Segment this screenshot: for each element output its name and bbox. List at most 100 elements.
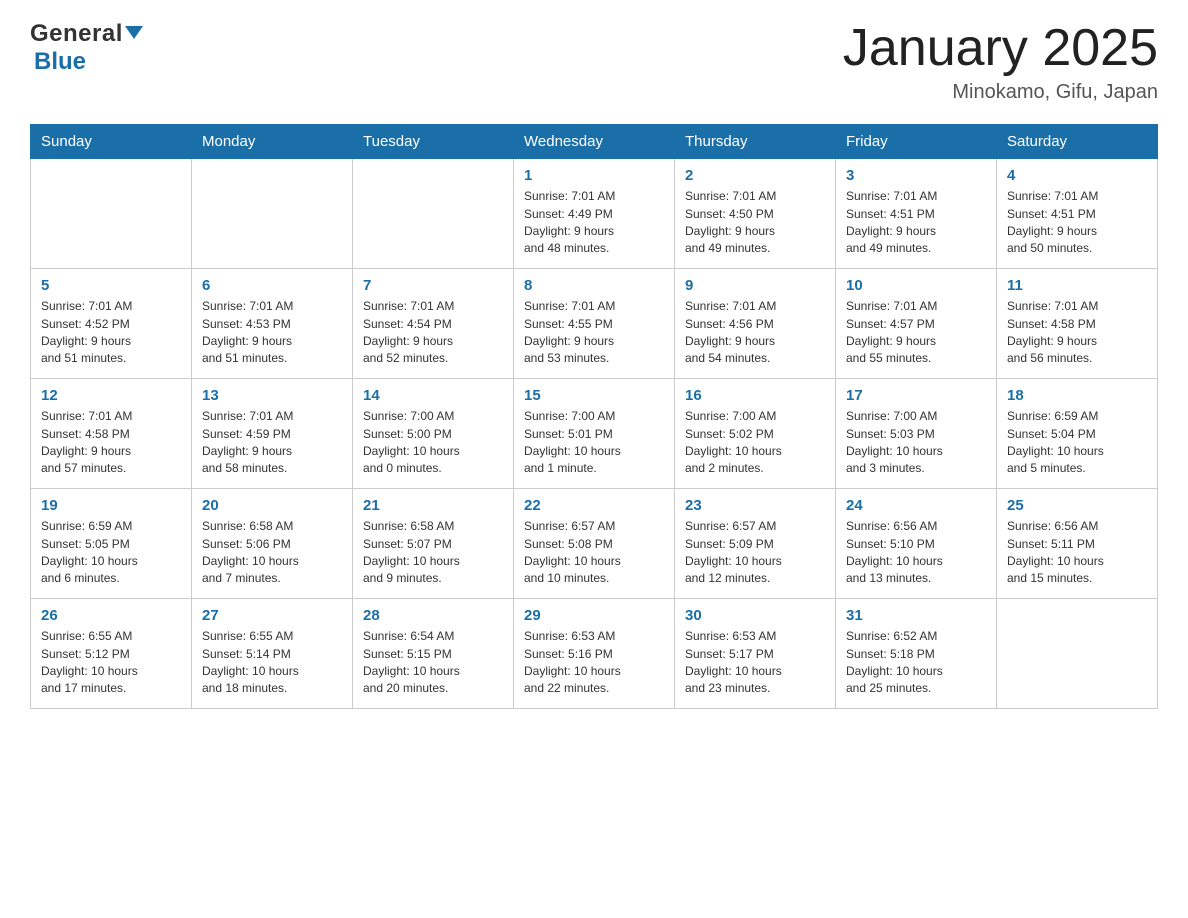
day-info: Sunrise: 7:01 AM Sunset: 4:59 PM Dayligh… — [202, 408, 342, 478]
calendar-cell — [353, 159, 514, 269]
week-row-3: 12Sunrise: 7:01 AM Sunset: 4:58 PM Dayli… — [31, 379, 1158, 489]
calendar-body: 1 Sunrise: 7:01 AM Sunset: 4:49 PM Daylig… — [31, 159, 1158, 709]
day-info: Sunrise: 6:59 AM Sunset: 5:05 PM Dayligh… — [41, 518, 181, 588]
day-info: Sunrise: 6:56 AM Sunset: 5:11 PM Dayligh… — [1007, 518, 1147, 588]
calendar-cell: 4Sunrise: 7:01 AM Sunset: 4:51 PM Daylig… — [997, 159, 1158, 269]
day-number: 14 — [363, 387, 503, 404]
calendar-cell: 14 Sunrise: 7:00 AM Sunset: 5:00 PM Dayli… — [353, 379, 514, 489]
calendar-cell — [192, 159, 353, 269]
day-number: 15 — [524, 387, 664, 404]
calendar-cell: 1 Sunrise: 7:01 AM Sunset: 4:49 PM Daylig… — [514, 159, 675, 269]
title-section: January 2025 Minokamo, Gifu, Japan — [843, 20, 1158, 104]
calendar-cell: 2 Sunrise: 7:01 AM Sunset: 4:50 PM Daylig… — [675, 159, 836, 269]
day-number: 24 — [846, 497, 986, 514]
calendar-cell: 11 Sunrise: 7:01 AM Sunset: 4:58 PM Dayli… — [997, 269, 1158, 379]
week-row-2: 5Sunrise: 7:01 AM Sunset: 4:52 PM Daylig… — [31, 269, 1158, 379]
logo-general-text: General — [30, 20, 123, 48]
day-number: 9 — [685, 277, 825, 294]
day-info: Sunrise: 6:54 AM Sunset: 5:15 PM Dayligh… — [363, 628, 503, 698]
calendar-cell: 17 Sunrise: 7:00 AM Sunset: 5:03 PM Dayli… — [836, 379, 997, 489]
calendar-cell: 21 Sunrise: 6:58 AM Sunset: 5:07 PM Dayli… — [353, 489, 514, 599]
day-number: 16 — [685, 387, 825, 404]
day-number: 31 — [846, 607, 986, 624]
day-info: Sunrise: 7:00 AM Sunset: 5:02 PM Dayligh… — [685, 408, 825, 478]
day-number: 28 — [363, 607, 503, 624]
day-info: Sunrise: 7:01 AM Sunset: 4:55 PM Dayligh… — [524, 298, 664, 368]
day-number: 20 — [202, 497, 342, 514]
day-info: Sunrise: 6:58 AM Sunset: 5:06 PM Dayligh… — [202, 518, 342, 588]
calendar-cell: 20 Sunrise: 6:58 AM Sunset: 5:06 PM Dayli… — [192, 489, 353, 599]
day-info: Sunrise: 6:57 AM Sunset: 5:08 PM Dayligh… — [524, 518, 664, 588]
calendar-cell: 31Sunrise: 6:52 AM Sunset: 5:18 PM Dayli… — [836, 599, 997, 709]
day-of-week-sunday: Sunday — [31, 125, 192, 159]
calendar-cell: 6 Sunrise: 7:01 AM Sunset: 4:53 PM Daylig… — [192, 269, 353, 379]
day-info: Sunrise: 7:01 AM Sunset: 4:53 PM Dayligh… — [202, 298, 342, 368]
day-number: 26 — [41, 607, 181, 624]
calendar-cell: 30Sunrise: 6:53 AM Sunset: 5:17 PM Dayli… — [675, 599, 836, 709]
calendar-cell: 25 Sunrise: 6:56 AM Sunset: 5:11 PM Dayli… — [997, 489, 1158, 599]
day-number: 4 — [1007, 167, 1147, 184]
day-of-week-wednesday: Wednesday — [514, 125, 675, 159]
calendar-cell: 3 Sunrise: 7:01 AM Sunset: 4:51 PM Daylig… — [836, 159, 997, 269]
day-info: Sunrise: 7:01 AM Sunset: 4:51 PM Dayligh… — [846, 188, 986, 258]
calendar-cell: 7Sunrise: 7:01 AM Sunset: 4:54 PM Daylig… — [353, 269, 514, 379]
day-info: Sunrise: 7:00 AM Sunset: 5:01 PM Dayligh… — [524, 408, 664, 478]
day-number: 25 — [1007, 497, 1147, 514]
day-info: Sunrise: 6:55 AM Sunset: 5:14 PM Dayligh… — [202, 628, 342, 698]
calendar-table: SundayMondayTuesdayWednesdayThursdayFrid… — [30, 124, 1158, 709]
day-number: 22 — [524, 497, 664, 514]
calendar-title: January 2025 — [843, 20, 1158, 77]
day-number: 8 — [524, 277, 664, 294]
day-info: Sunrise: 6:53 AM Sunset: 5:17 PM Dayligh… — [685, 628, 825, 698]
week-row-5: 26 Sunrise: 6:55 AM Sunset: 5:12 PM Dayli… — [31, 599, 1158, 709]
day-number: 3 — [846, 167, 986, 184]
day-info: Sunrise: 7:01 AM Sunset: 4:49 PM Dayligh… — [524, 188, 664, 258]
day-number: 19 — [41, 497, 181, 514]
day-number: 1 — [524, 167, 664, 184]
calendar-subtitle: Minokamo, Gifu, Japan — [843, 81, 1158, 104]
day-info: Sunrise: 7:01 AM Sunset: 4:58 PM Dayligh… — [1007, 298, 1147, 368]
day-info: Sunrise: 7:01 AM Sunset: 4:50 PM Dayligh… — [685, 188, 825, 258]
week-row-4: 19 Sunrise: 6:59 AM Sunset: 5:05 PM Dayli… — [31, 489, 1158, 599]
day-info: Sunrise: 7:01 AM Sunset: 4:57 PM Dayligh… — [846, 298, 986, 368]
calendar-cell: 13 Sunrise: 7:01 AM Sunset: 4:59 PM Dayli… — [192, 379, 353, 489]
day-info: Sunrise: 6:58 AM Sunset: 5:07 PM Dayligh… — [363, 518, 503, 588]
day-info: Sunrise: 7:01 AM Sunset: 4:54 PM Dayligh… — [363, 298, 503, 368]
day-number: 27 — [202, 607, 342, 624]
calendar-cell: 22 Sunrise: 6:57 AM Sunset: 5:08 PM Dayli… — [514, 489, 675, 599]
day-number: 17 — [846, 387, 986, 404]
day-info: Sunrise: 6:57 AM Sunset: 5:09 PM Dayligh… — [685, 518, 825, 588]
day-number: 6 — [202, 277, 342, 294]
day-info: Sunrise: 7:01 AM Sunset: 4:58 PM Dayligh… — [41, 408, 181, 478]
day-info: Sunrise: 7:01 AM Sunset: 4:52 PM Dayligh… — [41, 298, 181, 368]
day-of-week-saturday: Saturday — [997, 125, 1158, 159]
calendar-cell: 15 Sunrise: 7:00 AM Sunset: 5:01 PM Dayli… — [514, 379, 675, 489]
day-info: Sunrise: 7:00 AM Sunset: 5:03 PM Dayligh… — [846, 408, 986, 478]
calendar-cell: 9 Sunrise: 7:01 AM Sunset: 4:56 PM Daylig… — [675, 269, 836, 379]
day-info: Sunrise: 7:01 AM Sunset: 4:56 PM Dayligh… — [685, 298, 825, 368]
day-info: Sunrise: 6:59 AM Sunset: 5:04 PM Dayligh… — [1007, 408, 1147, 478]
day-of-week-thursday: Thursday — [675, 125, 836, 159]
day-number: 18 — [1007, 387, 1147, 404]
week-row-1: 1 Sunrise: 7:01 AM Sunset: 4:49 PM Daylig… — [31, 159, 1158, 269]
day-number: 29 — [524, 607, 664, 624]
day-of-week-tuesday: Tuesday — [353, 125, 514, 159]
day-number: 21 — [363, 497, 503, 514]
calendar-cell: 27 Sunrise: 6:55 AM Sunset: 5:14 PM Dayli… — [192, 599, 353, 709]
calendar-cell — [997, 599, 1158, 709]
calendar-cell: 23 Sunrise: 6:57 AM Sunset: 5:09 PM Dayli… — [675, 489, 836, 599]
calendar-cell: 28 Sunrise: 6:54 AM Sunset: 5:15 PM Dayli… — [353, 599, 514, 709]
calendar-cell: 26 Sunrise: 6:55 AM Sunset: 5:12 PM Dayli… — [31, 599, 192, 709]
day-info: Sunrise: 7:00 AM Sunset: 5:00 PM Dayligh… — [363, 408, 503, 478]
calendar-cell: 5Sunrise: 7:01 AM Sunset: 4:52 PM Daylig… — [31, 269, 192, 379]
calendar-cell: 12Sunrise: 7:01 AM Sunset: 4:58 PM Dayli… — [31, 379, 192, 489]
logo-blue-text: Blue — [34, 48, 86, 75]
page-header: General Blue January 2025 Minokamo, Gifu… — [30, 20, 1158, 104]
day-number: 23 — [685, 497, 825, 514]
day-number: 13 — [202, 387, 342, 404]
day-number: 11 — [1007, 277, 1147, 294]
day-number: 2 — [685, 167, 825, 184]
calendar-cell: 19 Sunrise: 6:59 AM Sunset: 5:05 PM Dayli… — [31, 489, 192, 599]
day-info: Sunrise: 6:55 AM Sunset: 5:12 PM Dayligh… — [41, 628, 181, 698]
logo-arrow-icon — [125, 26, 143, 39]
